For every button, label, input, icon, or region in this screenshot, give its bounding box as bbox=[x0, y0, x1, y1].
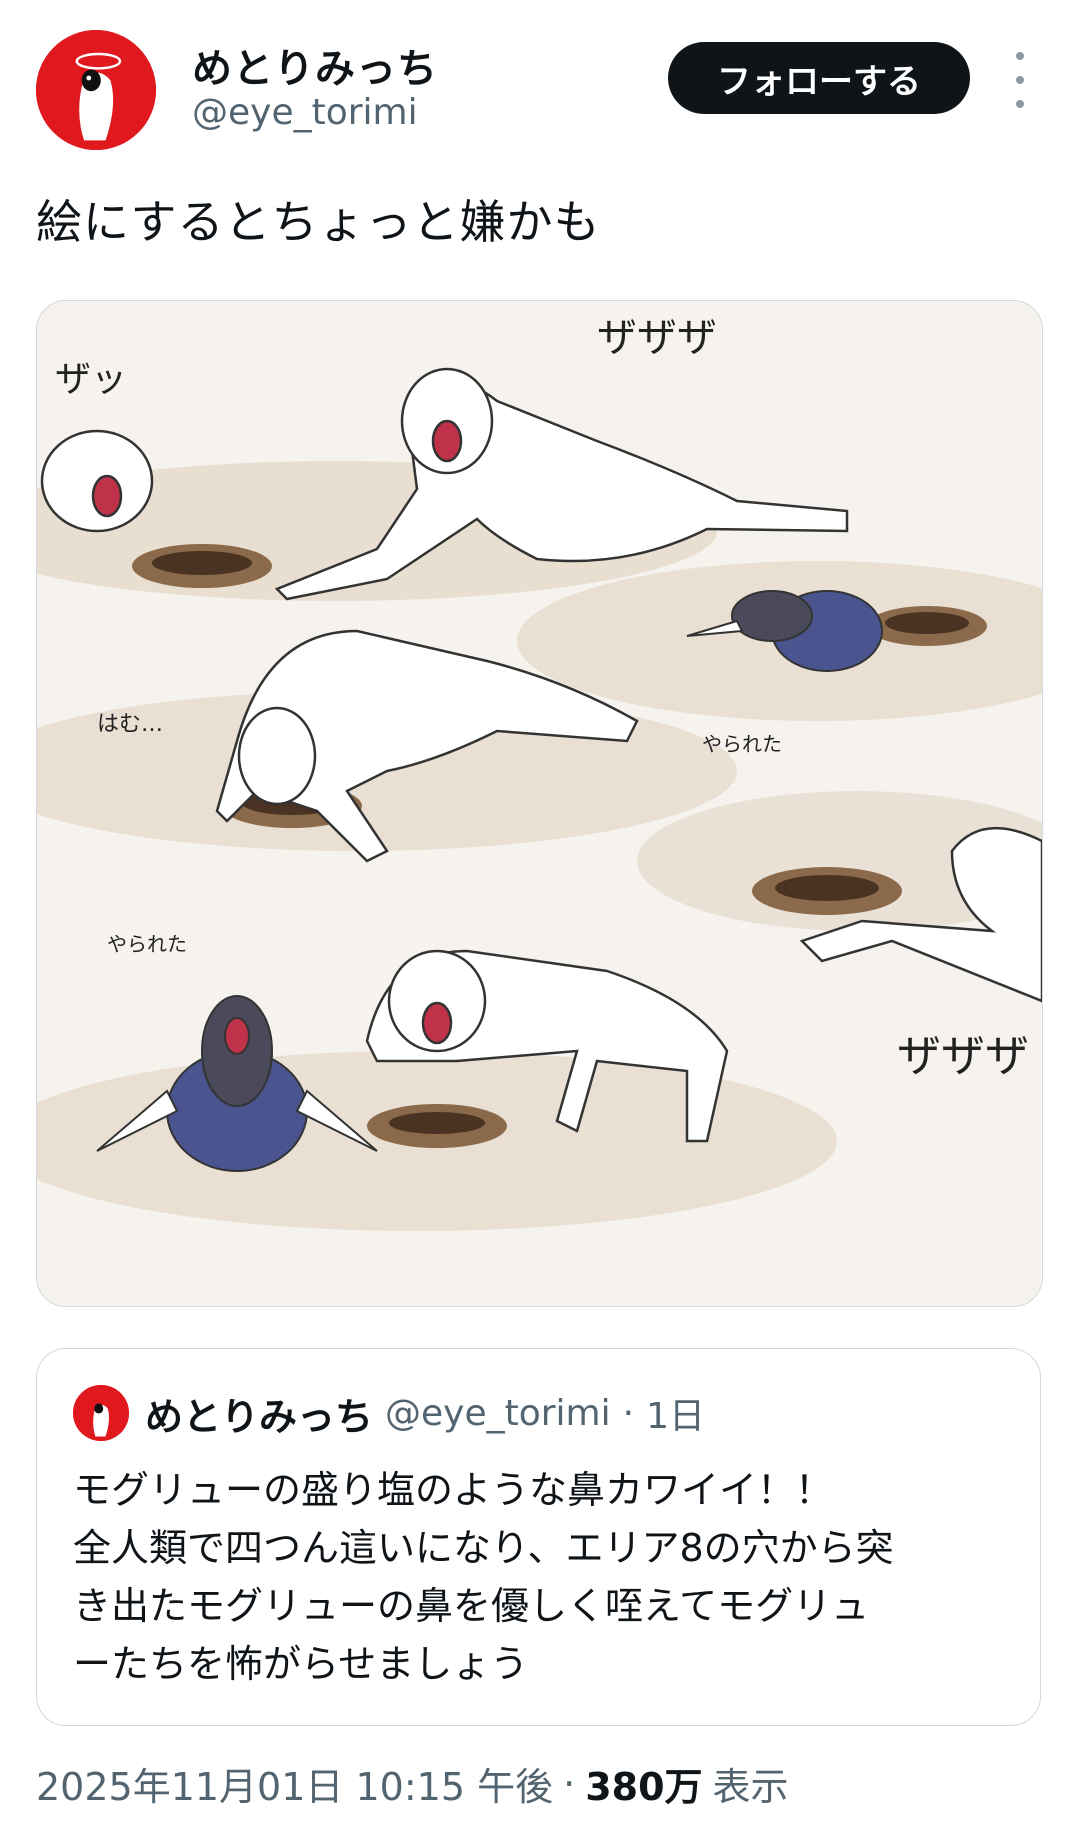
quoted-author-avatar[interactable] bbox=[73, 1385, 129, 1441]
quoted-tweet-header: めとりみっち @eye_torimi · 1日 bbox=[145, 1385, 705, 1441]
tweet-meta: 2025年11月01日 10:15 午後 · 380万 表示 bbox=[36, 1756, 789, 1811]
separator-dot: · bbox=[622, 1392, 635, 1434]
quoted-tweet-line: ーたちを怖がらせましょう bbox=[73, 1642, 529, 1686]
quoted-tweet-time[interactable]: 1日 bbox=[646, 1387, 705, 1439]
quoted-tweet-line: モグリューの盛り塩のような鼻カワイイ！！ bbox=[73, 1468, 834, 1512]
author-display-name[interactable]: めとりみっち bbox=[192, 36, 438, 94]
tweet-text: 絵にするとちょっと嫌かも bbox=[36, 195, 601, 249]
quoted-tweet-line: 全人類で四つん這いになり、エリア8の穴から突 bbox=[73, 1526, 894, 1570]
follow-button[interactable]: フォローする bbox=[668, 42, 970, 114]
sfx-text: ザッ bbox=[55, 359, 127, 400]
views-label: 表示 bbox=[712, 1765, 789, 1809]
tweet-header: めとりみっち @eye_torimi フォローする bbox=[0, 0, 1080, 150]
sfx-text: ザザザ bbox=[597, 315, 717, 361]
quoted-author-handle[interactable]: @eye_torimi bbox=[385, 1393, 611, 1434]
quoted-tweet[interactable]: めとりみっち @eye_torimi · 1日 モグリューの盛り塩のような鼻カワ… bbox=[36, 1348, 1041, 1726]
tweet-timestamp[interactable]: 2025年11月01日 10:15 午後 bbox=[36, 1756, 553, 1811]
views-count: 380万 bbox=[585, 1765, 703, 1809]
quoted-tweet-text: モグリューの盛り塩のような鼻カワイイ！！ 全人類で四つん這いになり、エリア8の穴… bbox=[73, 1461, 1013, 1693]
more-dot-icon bbox=[1016, 52, 1024, 60]
tweet-image[interactable]: ザッ ザザザ はむ… やられた やられた ザザザ bbox=[36, 300, 1043, 1307]
illustration-image: ザッ ザザザ はむ… やられた やられた ザザザ bbox=[37, 301, 1042, 1306]
character-avatar-icon bbox=[73, 1385, 129, 1441]
more-dot-icon bbox=[1016, 100, 1024, 108]
quoted-author-name[interactable]: めとりみっち bbox=[145, 1386, 373, 1441]
more-dot-icon bbox=[1016, 76, 1024, 84]
sfx-text: はむ… bbox=[97, 712, 163, 737]
author-avatar[interactable] bbox=[36, 30, 156, 150]
sfx-text: やられた bbox=[702, 732, 782, 756]
separator-dot: · bbox=[563, 1761, 576, 1806]
quoted-tweet-line: き出たモグリューの鼻を優しく咥えてモグリュ bbox=[73, 1584, 870, 1628]
more-options-button[interactable] bbox=[1000, 52, 1040, 108]
author-handle[interactable]: @eye_torimi bbox=[192, 92, 418, 133]
sfx-text: やられた bbox=[107, 932, 187, 956]
sfx-text: ザザザ bbox=[897, 1031, 1029, 1082]
character-avatar-icon bbox=[36, 30, 156, 150]
